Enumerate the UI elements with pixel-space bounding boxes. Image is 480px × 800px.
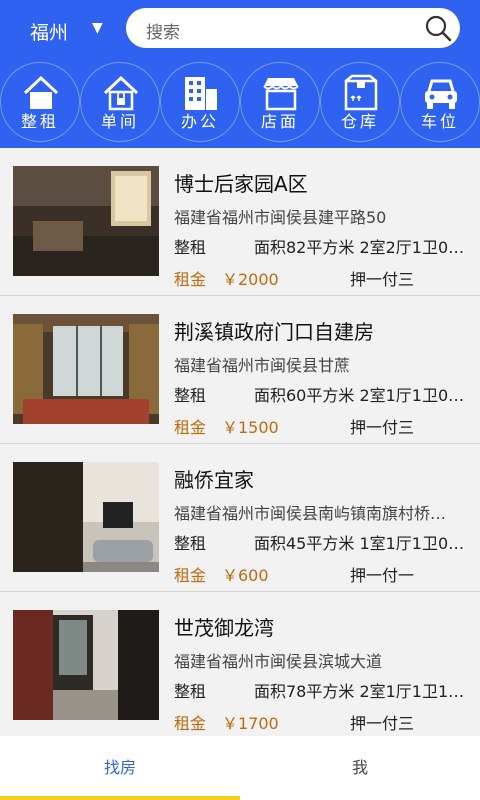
listing-price: ￥1700 <box>222 714 279 733</box>
rent-label: 租金 <box>174 566 207 585</box>
category-row: 整租 单间 办公 店面 仓库 车位 <box>0 62 480 142</box>
listing-address: 福建省福州市闽侯县甘蔗 <box>174 356 351 375</box>
category-label: 店面 <box>260 112 299 131</box>
listing-price: ￥600 <box>222 566 269 585</box>
chevron-down-icon[interactable]: ▼ <box>92 20 103 36</box>
city-selector[interactable]: 福州 <box>30 18 68 45</box>
listing-title: 博士后家园A区 <box>174 172 308 196</box>
listing-area: 面积45平方米 1室1厅1卫0… <box>254 534 465 553</box>
category-storefront[interactable]: 店面 <box>240 62 320 142</box>
listing-price: ￥2000 <box>222 270 279 289</box>
listing-photo <box>13 314 159 424</box>
listing-type: 整租 <box>174 386 207 405</box>
listing-type: 整租 <box>174 682 207 701</box>
box-icon <box>344 74 378 111</box>
listing-photo <box>13 610 159 720</box>
search-placeholder: 搜索 <box>146 23 180 43</box>
house-icon <box>23 75 59 109</box>
home-lock-icon <box>103 75 139 111</box>
category-office[interactable]: 办公 <box>160 62 240 142</box>
category-label: 车位 <box>420 112 459 131</box>
listing-item[interactable]: 荆溪镇政府门口自建房 福建省福州市闽侯县甘蔗 整租 面积60平方米 2室1厅1卫… <box>0 296 480 444</box>
listing-item[interactable]: 博士后家园A区 福建省福州市闽侯县建平路50 整租 面积82平方米 2室2厅1卫… <box>0 148 480 296</box>
listing-address: 福建省福州市闽侯县滨城大道 <box>174 652 383 671</box>
building-icon <box>185 77 217 110</box>
search-input[interactable]: 搜索 <box>126 8 460 48</box>
listing-area: 面积82平方米 2室2厅1卫0… <box>254 238 465 257</box>
rent-label: 租金 <box>174 418 207 437</box>
active-tab-indicator <box>0 796 240 800</box>
search-icon[interactable] <box>424 14 452 42</box>
listing-deposit: 押一付三 <box>350 418 415 437</box>
category-warehouse[interactable]: 仓库 <box>320 62 400 142</box>
rent-label: 租金 <box>174 714 207 733</box>
category-whole-rent[interactable]: 整租 <box>0 62 80 142</box>
listing-type: 整租 <box>174 534 207 553</box>
car-icon <box>425 79 457 109</box>
listing-item[interactable]: 世茂御龙湾 福建省福州市闽侯县滨城大道 整租 面积78平方米 2室1厅1卫1… … <box>0 592 480 736</box>
category-single-room[interactable]: 单间 <box>80 62 160 142</box>
category-label: 单间 <box>100 112 139 131</box>
tab-find-house[interactable]: 找房 <box>0 736 240 800</box>
tab-me[interactable]: 我 <box>240 736 480 800</box>
listing-item[interactable]: 融侨宜家 福建省福州市闽侯县南屿镇南旗村桥… 整租 面积45平方米 1室1厅1卫… <box>0 444 480 592</box>
listing-title: 荆溪镇政府门口自建房 <box>174 320 374 344</box>
listing-photo <box>13 462 159 572</box>
category-label: 办公 <box>180 112 219 131</box>
storefront-icon <box>263 78 299 111</box>
listing-list[interactable]: 博士后家园A区 福建省福州市闽侯县建平路50 整租 面积82平方米 2室2厅1卫… <box>0 148 480 736</box>
listing-deposit: 押一付三 <box>350 714 415 733</box>
listing-area: 面积78平方米 2室1厅1卫1… <box>254 682 465 701</box>
listing-deposit: 押一付三 <box>350 270 415 289</box>
rent-label: 租金 <box>174 270 207 289</box>
listing-photo <box>13 166 159 276</box>
listing-address: 福建省福州市闽侯县建平路50 <box>174 208 387 227</box>
header-bar: 福州 ▼ 搜索 整租 单间 办公 店面 仓库 车位 <box>0 0 480 148</box>
listing-deposit: 押一付一 <box>350 566 415 585</box>
listing-title: 世茂御龙湾 <box>174 616 274 640</box>
category-label: 整租 <box>20 112 59 131</box>
listing-area: 面积60平方米 2室1厅1卫0… <box>254 386 465 405</box>
listing-title: 融侨宜家 <box>174 468 254 492</box>
category-label: 仓库 <box>340 112 379 131</box>
listing-type: 整租 <box>174 238 207 257</box>
listing-address: 福建省福州市闽侯县南屿镇南旗村桥… <box>174 504 447 523</box>
listing-price: ￥1500 <box>222 418 279 437</box>
bottom-tab-bar: 找房 我 <box>0 736 480 800</box>
category-parking[interactable]: 车位 <box>400 62 480 142</box>
